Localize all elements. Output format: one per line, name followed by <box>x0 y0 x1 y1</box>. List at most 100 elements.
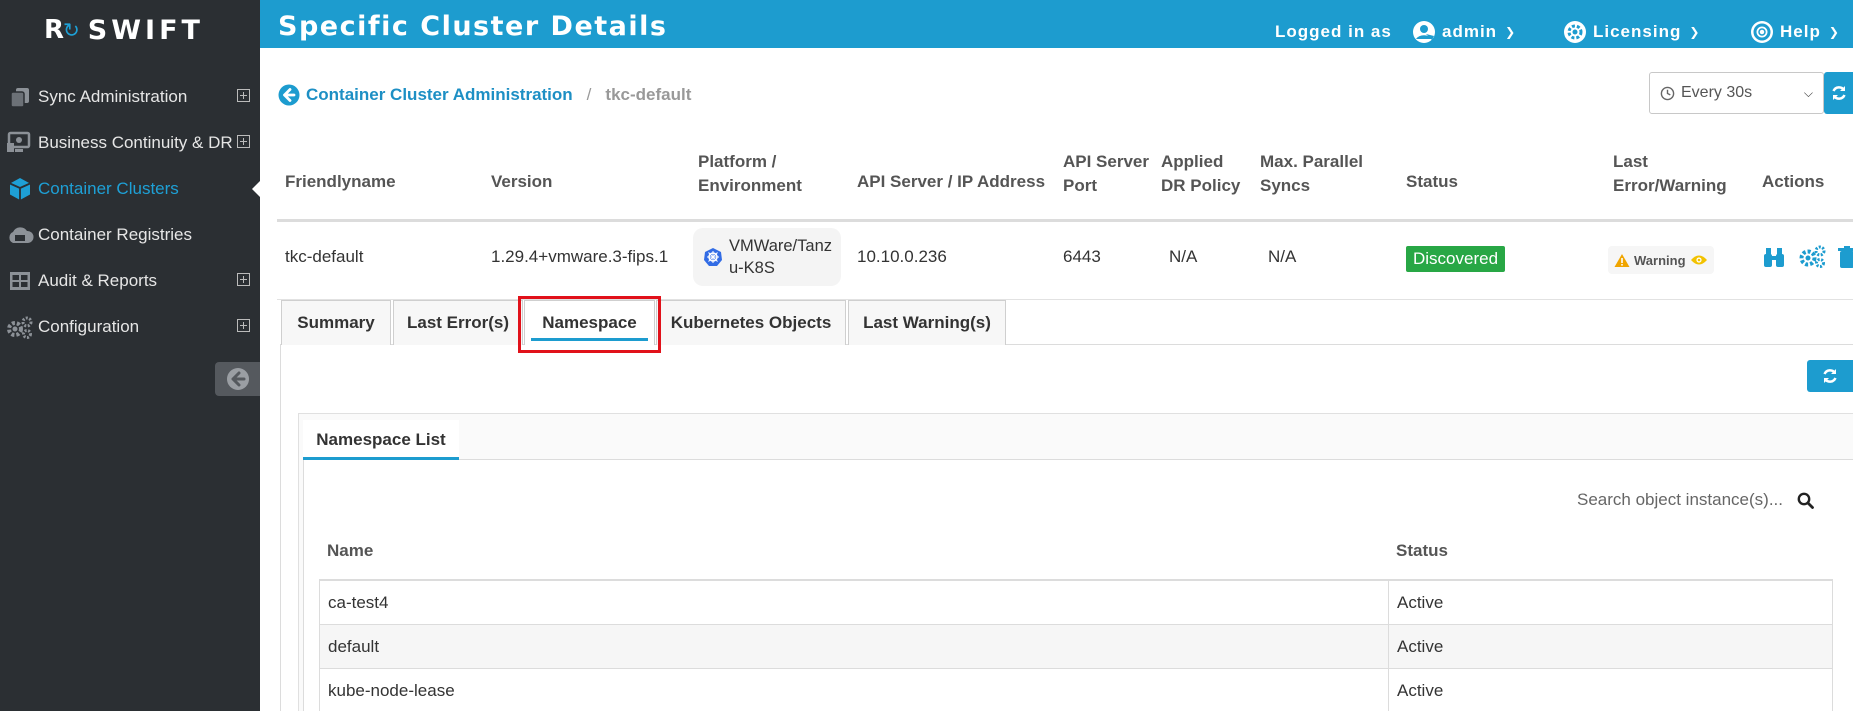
cell-version: 1.29.4+vmware.3-fips.1 <box>491 247 669 266</box>
copy-icon <box>2 86 38 108</box>
kubernetes-icon <box>704 248 722 266</box>
chevron-down-icon: ❯ <box>1689 25 1701 39</box>
col-header-last-error: Last Error/Warning <box>1613 152 1727 195</box>
search-input[interactable]: Search object instance(s)... <box>1577 490 1783 510</box>
binoculars-icon[interactable] <box>1762 246 1786 268</box>
table-row[interactable]: default Active <box>319 625 1833 669</box>
refresh-button[interactable] <box>1824 72 1853 114</box>
user-avatar-icon <box>1413 21 1435 43</box>
sidebar: R ↻ SWIFT Sync Administration Business C… <box>0 0 261 711</box>
cell-namespace-name: default <box>320 625 1389 668</box>
expand-icon[interactable] <box>237 89 250 102</box>
refresh-icon <box>1831 86 1846 100</box>
refresh-interval-select[interactable]: Every 30s ⌵ <box>1649 72 1824 114</box>
expand-icon[interactable] <box>237 135 250 148</box>
cell-namespace-status: Active <box>1397 680 1444 700</box>
sidebar-item-label: Sync Administration <box>38 87 188 106</box>
breadcrumb-parent-link[interactable]: Container Cluster Administration <box>306 85 573 105</box>
gear-icon <box>1564 21 1586 43</box>
table-row[interactable]: ca-test4 Active <box>319 581 1833 625</box>
tab-summary[interactable]: Summary <box>281 300 391 345</box>
breadcrumb-separator: / <box>586 85 592 104</box>
tab-last-errors[interactable]: Last Error(s) <box>393 300 523 345</box>
cell-namespace-name: ca-test4 <box>320 581 1389 624</box>
col-header-api-server: API Server / IP Address <box>857 172 1046 191</box>
cell-namespace-name: kube-node-lease <box>320 669 1389 711</box>
tab-last-warnings[interactable]: Last Warning(s) <box>848 300 1006 345</box>
trash-icon[interactable] <box>1838 246 1853 268</box>
dr-icon <box>2 131 38 155</box>
col-header-name[interactable]: Name <box>327 541 373 561</box>
col-header-actions: Actions <box>1762 172 1825 191</box>
sidebar-nav: Sync Administration Business Continuity … <box>0 74 261 350</box>
platform-text-1: VMWare/Tanz <box>729 237 832 255</box>
breadcrumb-current: tkc-default <box>605 85 692 104</box>
warning-label: Warning <box>1634 252 1686 268</box>
expand-icon[interactable] <box>237 319 250 332</box>
sidebar-item-audit-reports[interactable]: Audit & Reports <box>0 258 260 304</box>
sidebar-item-container-clusters[interactable]: Container Clusters <box>0 166 261 212</box>
settings-gears-icon[interactable] <box>1798 245 1826 269</box>
namespace-table: ca-test4 Active default Active kube-node… <box>319 579 1833 711</box>
cell-dr-policy: N/A <box>1169 247 1198 266</box>
sidebar-item-label: Container Registries <box>38 225 193 244</box>
sidebar-item-sync-administration[interactable]: Sync Administration <box>0 74 260 120</box>
page-title: Specific Cluster Details <box>278 11 668 42</box>
col-header-platform: Platform / Environment <box>698 152 802 195</box>
top-header: Specific Cluster Details Logged in as ad… <box>260 0 1853 48</box>
cloud-icon <box>2 225 38 245</box>
user-name: admin <box>1442 22 1498 41</box>
help-menu[interactable]: Help ❯ <box>1750 20 1840 44</box>
platform-text-2: u-K8S <box>729 259 775 277</box>
search-box[interactable]: Search object instance(s)... <box>1577 490 1814 510</box>
warning-icon <box>1614 253 1630 267</box>
user-menu[interactable]: admin ❯ <box>1412 20 1516 44</box>
platform-badge: VMWare/Tanz u-K8S <box>693 228 841 286</box>
clock-icon <box>1660 86 1675 100</box>
col-header-status: Status <box>1406 172 1458 191</box>
col-header-max-syncs: Max. Parallel Syncs <box>1260 152 1364 195</box>
tab-namespace-list[interactable]: Namespace List <box>303 420 459 460</box>
swift-logo: R ↻ SWIFT <box>44 14 204 46</box>
cell-namespace-status: Active <box>1397 636 1444 656</box>
expand-icon[interactable] <box>237 273 250 286</box>
sidebar-item-label: Business Continuity & DR <box>38 133 233 152</box>
cube-icon <box>2 177 38 201</box>
col-header-api-port: API Server Port <box>1063 152 1149 195</box>
refresh-icon <box>1823 369 1837 383</box>
licensing-menu[interactable]: Licensing ❯ <box>1563 20 1700 44</box>
back-arrow-icon[interactable] <box>278 84 300 106</box>
gears-icon <box>2 315 38 339</box>
sidebar-item-container-registries[interactable]: Container Registries <box>0 212 260 258</box>
col-header-friendlyname: Friendlyname <box>285 172 396 191</box>
collapse-sidebar-button[interactable] <box>215 362 260 396</box>
status-badge: Discovered <box>1406 246 1506 272</box>
chevron-down-icon: ❯ <box>1828 25 1840 39</box>
col-header-dr-policy: Applied DR Policy <box>1161 152 1241 195</box>
highlight-box <box>518 296 661 353</box>
sidebar-item-business-continuity[interactable]: Business Continuity & DR <box>0 120 260 166</box>
namespace-refresh-button[interactable] <box>1807 360 1853 392</box>
sidebar-item-label: Configuration <box>38 317 140 336</box>
table-row[interactable]: kube-node-lease Active <box>319 669 1833 711</box>
grid-icon <box>2 271 38 291</box>
chevron-down-icon: ⌵ <box>1803 85 1813 100</box>
sync-arrow-icon: ↻ <box>63 19 80 42</box>
eye-icon <box>1690 255 1707 265</box>
warning-badge[interactable]: Warning <box>1608 246 1714 274</box>
active-pointer <box>252 180 261 198</box>
col-header-version: Version <box>491 172 553 191</box>
refresh-interval-value: Every 30s <box>1681 84 1753 101</box>
cell-friendlyname: tkc-default <box>285 247 364 266</box>
table-header-divider <box>277 219 1853 222</box>
cell-namespace-status: Active <box>1397 592 1444 612</box>
tab-kubernetes-objects[interactable]: Kubernetes Objects <box>656 300 846 345</box>
life-ring-icon <box>1751 21 1773 43</box>
col-header-ns-status[interactable]: Status <box>1396 541 1448 561</box>
sidebar-item-configuration[interactable]: Configuration <box>0 304 260 350</box>
cell-api-server: 10.10.0.236 <box>857 247 947 266</box>
sidebar-item-label: Container Clusters <box>38 179 179 198</box>
arrow-left-circle-icon <box>226 368 249 390</box>
chevron-down-icon: ❯ <box>1505 25 1517 39</box>
cell-max-syncs: N/A <box>1268 247 1297 266</box>
